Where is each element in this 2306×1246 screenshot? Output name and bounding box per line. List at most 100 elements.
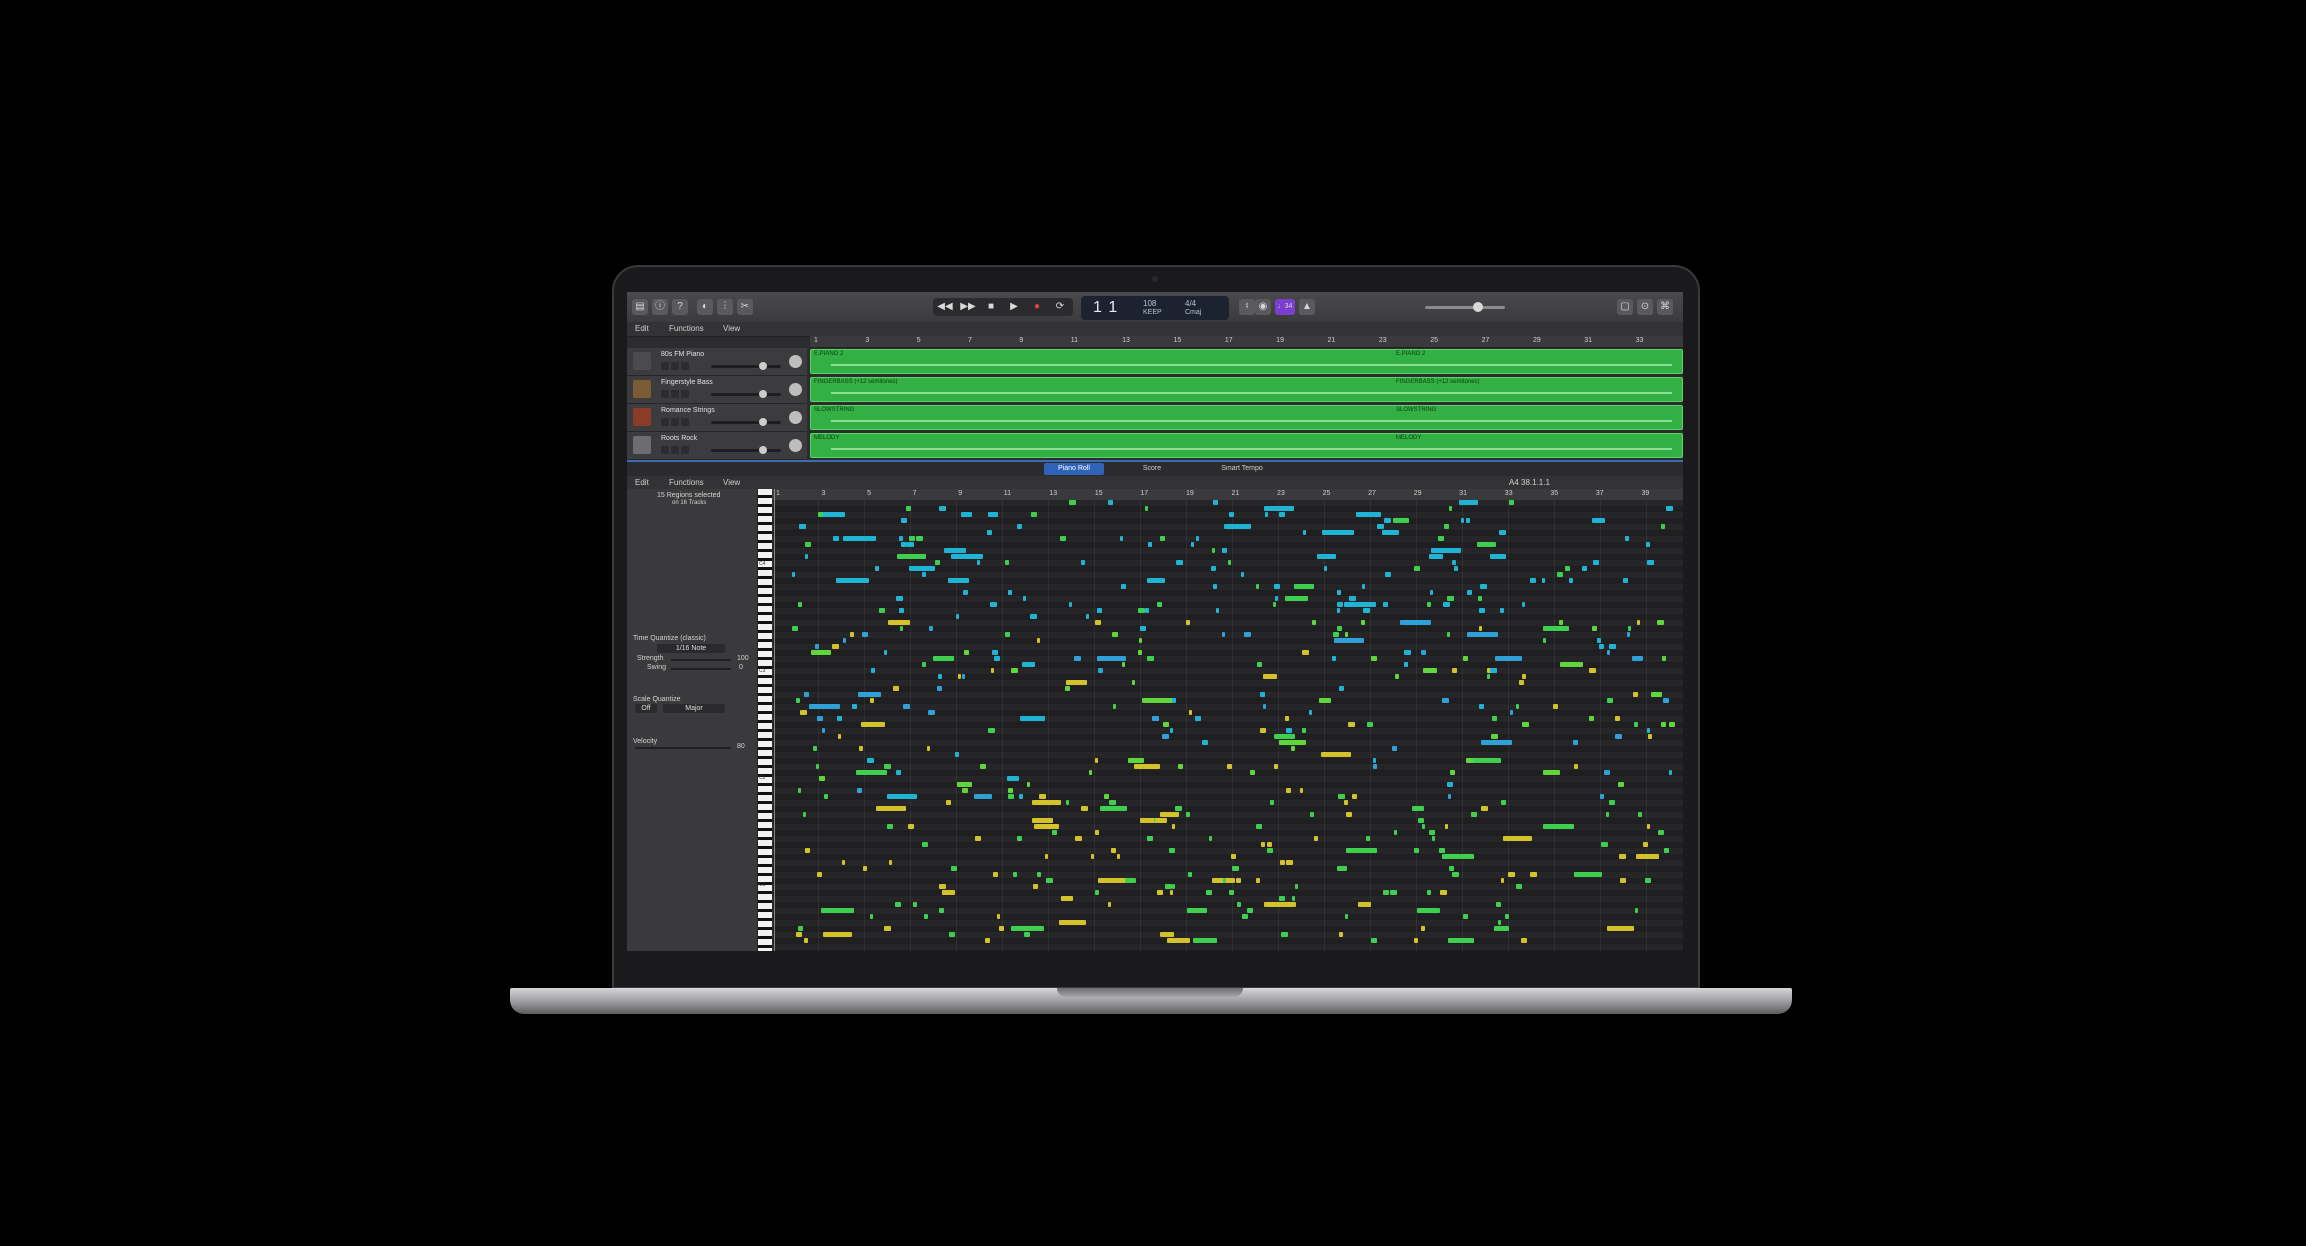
solo-button[interactable] — [671, 362, 679, 370]
midi-note[interactable] — [1191, 542, 1194, 547]
midi-note[interactable] — [1052, 830, 1057, 835]
midi-note[interactable] — [899, 608, 904, 613]
midi-note[interactable] — [962, 788, 968, 793]
track-volume-fader[interactable] — [711, 418, 781, 426]
midi-note[interactable] — [1261, 842, 1265, 847]
midi-note[interactable] — [1543, 638, 1546, 643]
midi-note[interactable] — [1439, 848, 1445, 853]
midi-note[interactable] — [1432, 836, 1435, 841]
midi-note[interactable] — [1627, 632, 1630, 637]
midi-note[interactable] — [1172, 884, 1175, 889]
midi-note[interactable] — [927, 746, 930, 751]
midi-note[interactable] — [1463, 656, 1468, 661]
midi-note[interactable] — [1211, 566, 1216, 571]
midi-note[interactable] — [916, 536, 923, 541]
midi-note[interactable] — [1623, 578, 1628, 583]
midi-note[interactable] — [1450, 770, 1455, 775]
fader-knob[interactable] — [759, 362, 767, 370]
midi-note[interactable] — [1582, 566, 1587, 571]
midi-note[interactable] — [1499, 530, 1506, 535]
midi-note[interactable] — [1647, 824, 1650, 829]
midi-note[interactable] — [1573, 740, 1578, 745]
midi-note[interactable] — [1097, 608, 1102, 613]
midi-note[interactable] — [922, 662, 926, 667]
midi-note[interactable] — [1019, 794, 1023, 799]
metronome-icon[interactable]: ▲ — [1299, 299, 1315, 315]
midi-note[interactable] — [1170, 890, 1173, 895]
midi-note[interactable] — [1643, 842, 1648, 847]
midi-note[interactable] — [1089, 770, 1092, 775]
midi-note[interactable] — [988, 512, 998, 517]
midi-note[interactable] — [1449, 866, 1454, 871]
midi-note[interactable] — [1521, 938, 1527, 943]
midi-note[interactable] — [1233, 524, 1236, 529]
midi-note[interactable] — [1346, 848, 1377, 853]
track-header[interactable]: 80s FM Piano — [627, 348, 807, 376]
midi-note[interactable] — [896, 770, 901, 775]
midi-note[interactable] — [935, 560, 940, 565]
midi-note[interactable] — [1324, 566, 1327, 571]
midi-note[interactable] — [1178, 764, 1183, 769]
midi-note[interactable] — [1309, 710, 1312, 715]
midi-note[interactable] — [1247, 908, 1253, 913]
midi-note[interactable] — [1209, 836, 1212, 841]
midi-note[interactable] — [1543, 626, 1569, 631]
midi-note[interactable] — [975, 836, 981, 841]
midi-note[interactable] — [990, 602, 997, 607]
midi-note[interactable] — [1061, 896, 1073, 901]
midi-note[interactable] — [974, 794, 992, 799]
midi-note[interactable] — [1448, 794, 1451, 799]
midi-note[interactable] — [963, 590, 968, 595]
midi-note[interactable] — [1421, 926, 1425, 931]
midi-note[interactable] — [1362, 584, 1365, 589]
editor-view-menu[interactable]: View — [723, 478, 740, 487]
midi-note[interactable] — [1224, 524, 1251, 529]
midi-note[interactable] — [938, 674, 942, 679]
midi-note[interactable] — [1498, 920, 1501, 925]
midi-note[interactable] — [1592, 518, 1605, 523]
midi-note[interactable] — [1658, 830, 1664, 835]
track-header[interactable]: Romance Strings — [627, 404, 807, 432]
midi-note[interactable] — [1440, 890, 1447, 895]
midi-note[interactable] — [1487, 674, 1490, 679]
midi-note[interactable] — [867, 758, 874, 763]
midi-note[interactable] — [1609, 800, 1615, 805]
midi-note[interactable] — [1222, 632, 1225, 637]
library-icon[interactable]: ▤ — [632, 299, 648, 315]
midi-note[interactable] — [888, 620, 910, 625]
midi-note[interactable] — [1147, 578, 1165, 583]
midi-note[interactable] — [901, 518, 907, 523]
midi-note[interactable] — [1530, 872, 1537, 877]
midi-note[interactable] — [1480, 584, 1487, 589]
midi-note[interactable] — [1317, 554, 1336, 559]
midi-note[interactable] — [1337, 602, 1343, 607]
midi-note[interactable] — [1442, 854, 1474, 859]
midi-note[interactable] — [1332, 656, 1336, 661]
midi-note[interactable] — [1479, 704, 1484, 709]
midi-note[interactable] — [1530, 578, 1536, 583]
midi-note[interactable] — [817, 716, 823, 721]
midi-note[interactable] — [918, 554, 923, 559]
midi-note[interactable] — [816, 764, 819, 769]
midi-note[interactable] — [1075, 836, 1082, 841]
midi-note[interactable] — [1188, 872, 1192, 877]
midi-note[interactable] — [1444, 524, 1449, 529]
midi-note[interactable] — [933, 656, 954, 661]
midi-note[interactable] — [1479, 608, 1485, 613]
midi-note[interactable] — [957, 782, 972, 787]
midi-note[interactable] — [1314, 836, 1318, 841]
midi-note[interactable] — [1005, 632, 1010, 637]
midi-note[interactable] — [1264, 902, 1280, 907]
midi-note[interactable] — [1463, 914, 1468, 919]
midi-note[interactable] — [1095, 890, 1099, 895]
midi-note[interactable] — [962, 674, 965, 679]
editors-icon[interactable]: ✂ — [737, 299, 753, 315]
stop-icon[interactable]: ■ — [979, 298, 1003, 316]
midi-note[interactable] — [1454, 566, 1458, 571]
midi-note[interactable] — [1477, 542, 1496, 547]
midi-note[interactable] — [792, 626, 798, 631]
midi-note[interactable] — [1371, 938, 1377, 943]
midi-note[interactable] — [1172, 698, 1176, 703]
midi-note[interactable] — [837, 578, 850, 583]
midi-note[interactable] — [805, 542, 811, 547]
